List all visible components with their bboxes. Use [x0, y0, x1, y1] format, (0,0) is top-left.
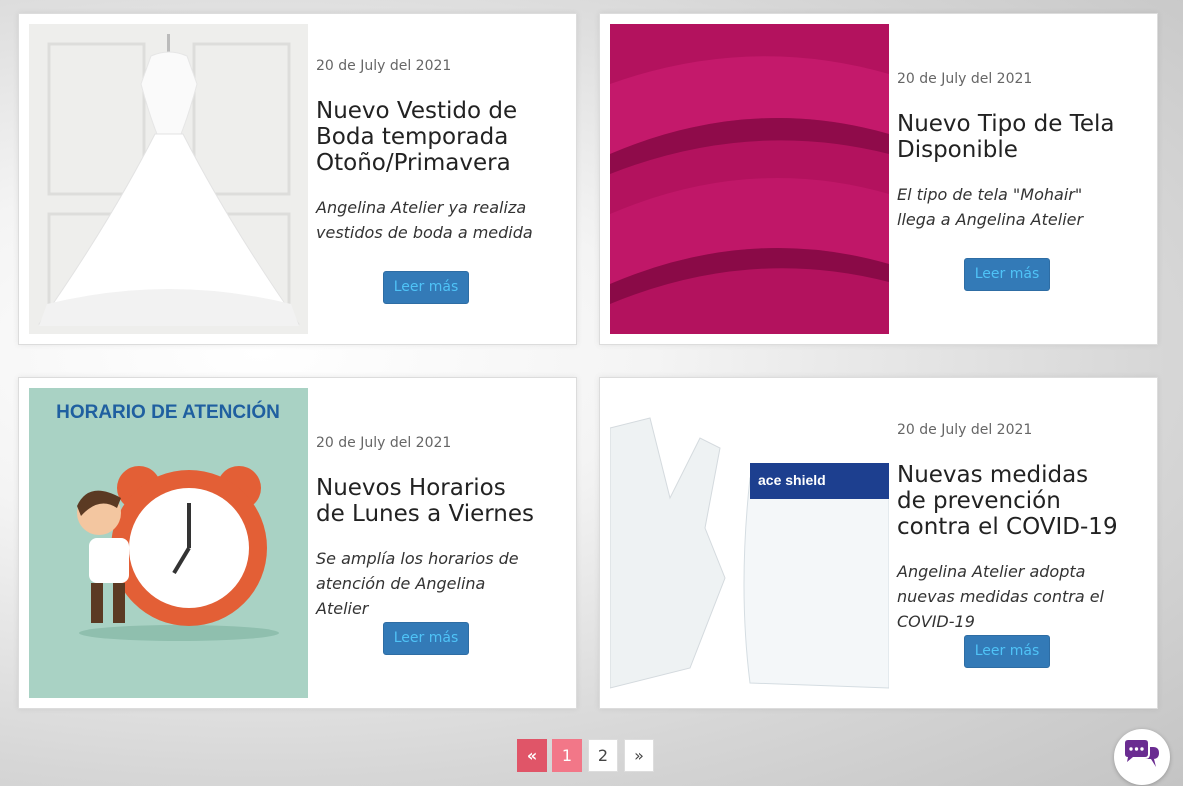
post-excerpt: Se amplía los horarios de atención de An… — [316, 549, 519, 618]
post-excerpt: Angelina Atelier adopta nuevas medidas c… — [897, 562, 1104, 631]
post-title[interactable]: Nuevo Vestido de Boda temporada Otoño/Pr… — [316, 98, 541, 176]
pagination-next[interactable]: » — [624, 739, 654, 772]
post-card: ace shield 20 de July del 2021 Nuevas me… — [599, 377, 1158, 709]
post-date: 20 de July del 2021 — [897, 71, 1033, 87]
read-more-button[interactable]: Leer más — [383, 622, 469, 655]
post-excerpt: El tipo de tela "Mohair" llega a Angelin… — [897, 185, 1084, 229]
mohair-fabric-image[interactable] — [610, 24, 889, 334]
post-card: 20 de July del 2021 Nuevo Vestido de Bod… — [18, 13, 577, 345]
post-info: 20 de July del 2021 Nuevo Vestido de Bod… — [316, 14, 541, 344]
post-title[interactable]: Nuevo Tipo de Tela Disponible — [897, 111, 1122, 163]
schedule-illustration-image[interactable]: HORARIO DE ATENCIÓN — [29, 388, 308, 698]
post-date: 20 de July del 2021 — [897, 422, 1033, 438]
face-shield-image-text: ace shield — [758, 472, 826, 488]
schedule-image-text: HORARIO DE ATENCIÓN — [56, 401, 280, 423]
pagination-page-1[interactable]: 1 — [552, 739, 582, 772]
chat-bubbles-icon — [1125, 740, 1159, 767]
post-info: 20 de July del 2021 Nuevas medidas de pr… — [897, 378, 1122, 708]
post-date: 20 de July del 2021 — [316, 435, 452, 451]
wedding-dress-image[interactable] — [29, 24, 308, 334]
read-more-button[interactable]: Leer más — [964, 635, 1050, 668]
post-title[interactable]: Nuevos Horarios de Lunes a Viernes — [316, 475, 541, 527]
chat-widget-button[interactable] — [1114, 729, 1170, 785]
read-more-button[interactable]: Leer más — [383, 271, 469, 304]
post-card: 20 de July del 2021 Nuevo Tipo de Tela D… — [599, 13, 1158, 345]
pagination-prev[interactable]: « — [517, 739, 547, 772]
post-date: 20 de July del 2021 — [316, 58, 452, 74]
post-info: 20 de July del 2021 Nuevos Horarios de L… — [316, 378, 541, 708]
face-shield-image[interactable]: ace shield — [610, 388, 889, 698]
post-info: 20 de July del 2021 Nuevo Tipo de Tela D… — [897, 14, 1122, 344]
post-title[interactable]: Nuevas medidas de prevención contra el C… — [897, 462, 1122, 540]
pagination-page-2[interactable]: 2 — [588, 739, 618, 772]
post-excerpt: Angelina Atelier ya realiza vestidos de … — [316, 198, 533, 242]
post-card: HORARIO DE ATENCIÓN 20 de July del 2021 … — [18, 377, 577, 709]
read-more-button[interactable]: Leer más — [964, 258, 1050, 291]
